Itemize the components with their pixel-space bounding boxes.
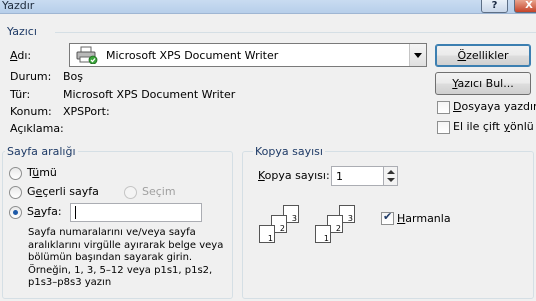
printer-icon [76, 46, 98, 64]
window-title: Yazdır [2, 0, 35, 12]
printer-group-divider [55, 32, 536, 33]
printer-select-value: Microsoft XPS Document Writer [106, 49, 279, 62]
copies-count-value: 1 [336, 170, 343, 183]
pages-input[interactable] [70, 203, 202, 222]
page-range-hint: Sayfa numaralarını ve/veya sayfa aralıkl… [28, 227, 224, 288]
duplex-checkbox[interactable] [437, 121, 450, 134]
chevron-down-icon[interactable] [409, 44, 426, 66]
status-value: Boş [63, 70, 84, 83]
collate-page-icon: 1 [315, 225, 331, 243]
help-icon: ? [491, 0, 498, 11]
print-to-file-label: Dosyaya yazdır [453, 100, 536, 113]
collate-checkbox[interactable] [381, 210, 394, 225]
close-icon: X [525, 0, 533, 11]
properties-button[interactable]: Özellikler [435, 44, 531, 67]
page-range-selection-label: Seçim [142, 185, 176, 198]
page-range-pages-radio[interactable] [9, 206, 22, 219]
page-range-current-label: Geçerli sayfa [27, 185, 99, 198]
location-value: XPSPort: [63, 105, 110, 118]
copies-spinner[interactable] [383, 166, 398, 186]
page-range-all-radio[interactable] [9, 167, 22, 180]
help-button[interactable]: ? [481, 0, 508, 13]
page-range-all-label: Tümü [27, 166, 57, 179]
close-button[interactable]: X [514, 0, 536, 13]
chevron-up-icon[interactable] [387, 170, 395, 174]
comment-label: Açıklama: [10, 122, 64, 135]
collate-label: Harmanla [397, 212, 451, 225]
status-label: Durum: [10, 70, 52, 83]
printer-name-label: Adı: [10, 49, 32, 62]
type-value: Microsoft XPS Document Writer [63, 88, 236, 101]
copies-count-input[interactable]: 1 [331, 166, 384, 186]
collate-page-icon: 1 [259, 225, 275, 243]
printer-select[interactable]: Microsoft XPS Document Writer [69, 43, 427, 67]
find-printer-button[interactable]: Yazıcı Bul... [435, 72, 531, 95]
duplex-label: El ile çift yönlü [453, 120, 534, 133]
page-range-group-label: Sayfa aralığı [5, 145, 78, 158]
title-bar: Yazdır ? X [0, 0, 536, 14]
print-to-file-checkbox[interactable] [437, 101, 450, 114]
copies-count-label: Kopya sayısı: [258, 169, 330, 182]
type-label: Tür: [10, 88, 31, 101]
page-range-current-radio[interactable] [9, 186, 22, 199]
text-cursor [75, 206, 76, 219]
location-label: Konum: [10, 105, 52, 118]
page-range-pages-label: Sayfa: [27, 205, 62, 218]
copies-group-label: Kopya sayısı [253, 145, 325, 158]
page-range-selection-radio[interactable] [124, 186, 137, 199]
printer-group-label: Yazıcı [7, 25, 37, 38]
chevron-down-icon[interactable] [387, 178, 395, 182]
